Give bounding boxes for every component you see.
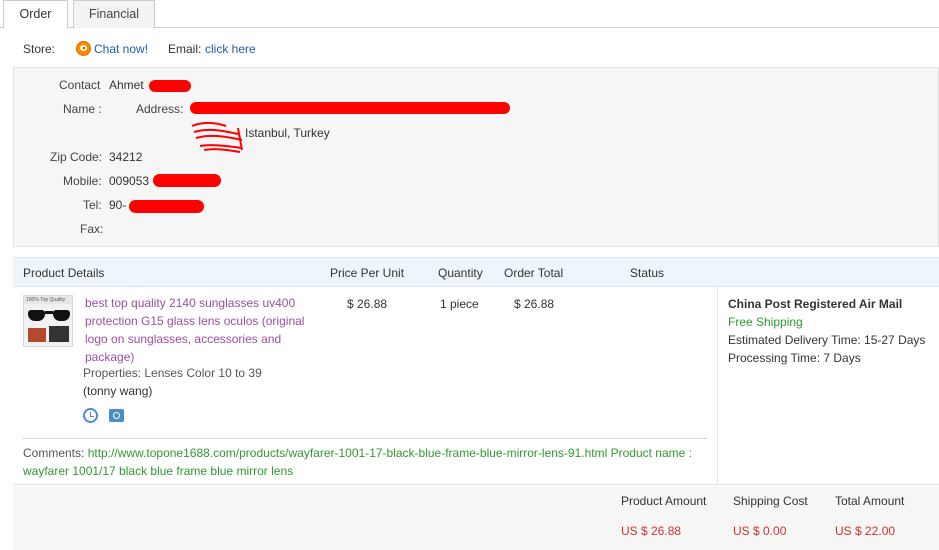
order-summary: Product Amount Shipping Cost Total Amoun… (13, 486, 939, 550)
contact-label: Contact (59, 78, 101, 92)
redaction-mark (190, 102, 510, 114)
snapshot-icon[interactable] (109, 409, 124, 422)
chat-now-link[interactable]: Chat now! (94, 42, 148, 56)
address-city: Istanbul, Turkey (245, 126, 330, 140)
product-amount-label: Product Amount (621, 494, 707, 508)
product-thumbnail[interactable]: 100% Top Quality (23, 295, 73, 347)
header-price-per-unit: Price Per Unit (330, 266, 405, 280)
tel-label: Tel: (83, 198, 102, 212)
total-amount-label: Total Amount (835, 494, 905, 508)
divider (23, 438, 707, 439)
order-total: $ 26.88 (514, 297, 555, 311)
free-shipping: Free Shipping (728, 315, 803, 329)
price-per-unit: $ 26.88 (347, 297, 388, 311)
redaction-mark (149, 80, 191, 92)
header-order-total: Order Total (504, 266, 564, 280)
estimated-delivery: Estimated Delivery Time: 15-27 Days (728, 333, 926, 347)
products-table-header: Product Details Price Per Unit Quantity … (13, 257, 939, 287)
redaction-mark (129, 200, 204, 213)
redaction-mark (153, 174, 221, 187)
shipping-cost-label: Shipping Cost (733, 494, 808, 508)
header-quantity: Quantity (438, 266, 483, 280)
mobile-label: Mobile: (63, 174, 102, 188)
email-label: Email: (168, 42, 202, 56)
header-status: Status (630, 266, 665, 280)
product-seller: (tonny wang) (83, 384, 153, 398)
fax-label: Fax: (80, 222, 104, 236)
tab-order[interactable]: Order (3, 0, 68, 29)
zip-value: 34212 (109, 150, 143, 164)
comments: Comments: http://www.topone1688.com/prod… (23, 444, 713, 480)
alarm-clock-icon[interactable] (83, 408, 98, 423)
tel-value: 90- (109, 198, 127, 212)
total-amount-value: US $ 22.00 (835, 524, 896, 538)
comments-text: http://www.topone1688.com/products/wayfa… (23, 446, 692, 478)
zip-label: Zip Code: (50, 150, 103, 164)
thumb-caption: 100% Top Quality (24, 296, 72, 304)
shipping-method: China Post Registered Air Mail (728, 297, 903, 311)
email-link[interactable]: click here (205, 42, 256, 56)
redaction-scribble (191, 122, 243, 153)
product-title-link[interactable]: best top quality 2140 sunglasses uv400 p… (85, 294, 315, 366)
tab-financial[interactable]: Financial (73, 0, 155, 28)
comments-label: Comments: (23, 446, 85, 460)
product-properties: Properties: Lenses Color 10 to 39 (83, 366, 262, 380)
contact-name-value: Ahmet (109, 78, 144, 92)
processing-time: Processing Time: 7 Days (728, 351, 861, 365)
name-label: Name : (63, 102, 102, 116)
header-product-details: Product Details (23, 266, 105, 280)
quantity: 1 piece (440, 297, 479, 311)
chat-icon[interactable] (76, 41, 91, 56)
address-label: Address: (136, 102, 184, 116)
mobile-value: 009053 (109, 174, 150, 188)
product-amount-value: US $ 26.88 (621, 524, 682, 538)
product-row: 100% Top Quality best top quality 2140 s… (13, 287, 939, 485)
shipping-address-panel: Contact Name : Ahmet Address: Istanbul, … (13, 67, 939, 247)
shipping-cost-value: US $ 0.00 (733, 524, 787, 538)
store-label: Store: (23, 42, 56, 56)
tab-bar: Order Financial (0, 0, 939, 29)
column-divider (717, 287, 718, 485)
